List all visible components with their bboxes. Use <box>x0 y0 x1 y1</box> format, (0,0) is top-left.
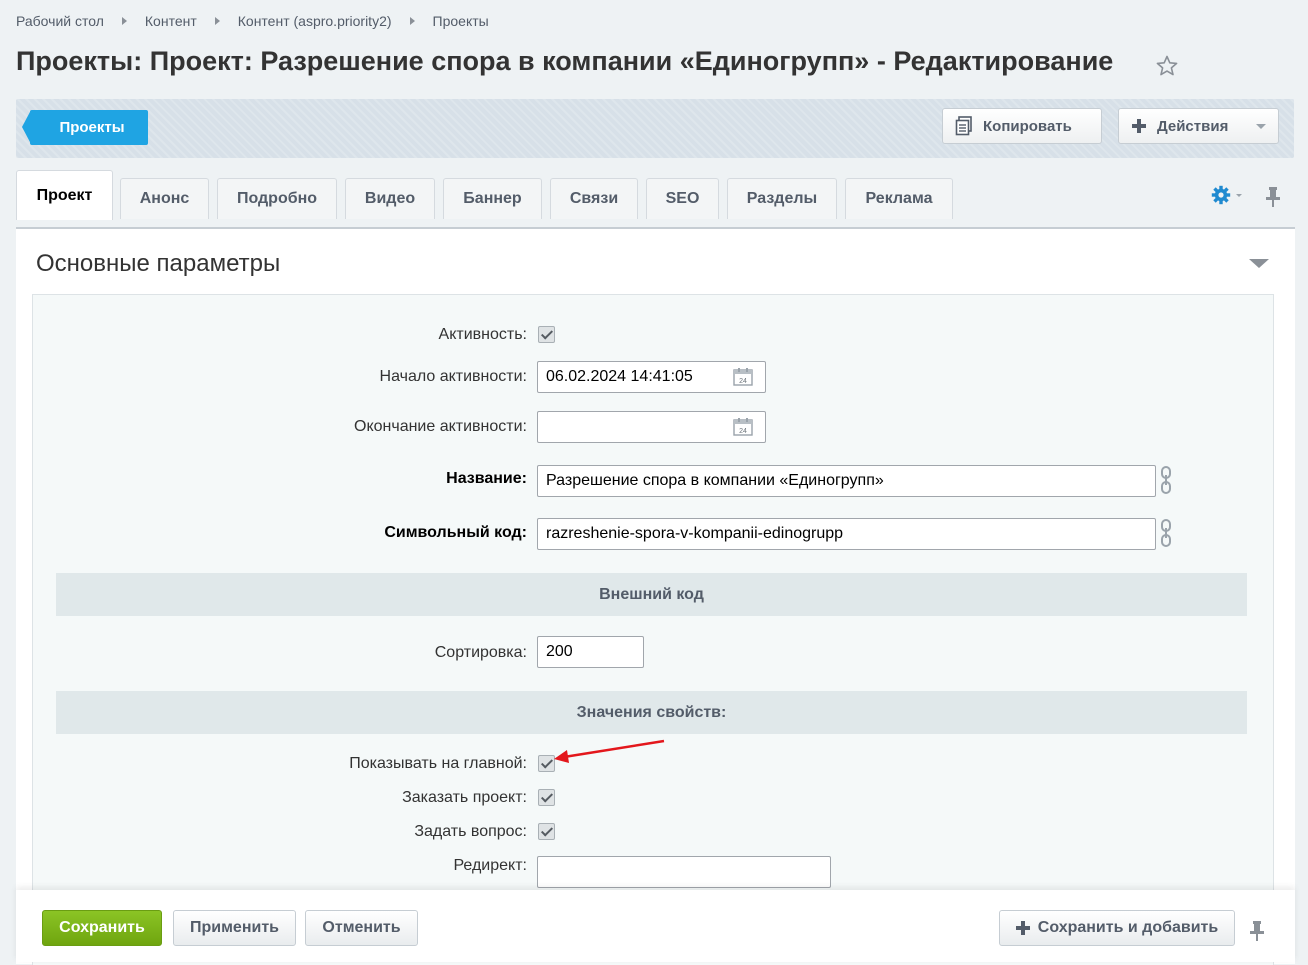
breadcrumb-separator-icon <box>214 17 220 25</box>
redirect-input[interactable] <box>537 856 831 888</box>
apply-button[interactable]: Применить <box>173 910 296 946</box>
sort-value: 200 <box>546 643 573 660</box>
active-label: Активность: <box>438 326 527 343</box>
calendar-icon[interactable]: 24 <box>733 368 753 386</box>
tab-seo[interactable]: SEO <box>646 178 719 219</box>
start-date-input[interactable]: 06.02.2024 14:41:05 <box>537 361 766 393</box>
actions-button[interactable]: Действия <box>1118 108 1279 144</box>
footer-bar: Сохранить Применить Отменить Сохранить и… <box>16 890 1295 962</box>
chevron-down-icon <box>1236 193 1242 197</box>
calendar-icon[interactable]: 24 <box>733 418 753 436</box>
toolbar: Проекты Копировать Действия <box>16 99 1294 158</box>
gear-icon <box>1211 185 1231 205</box>
tab-announce[interactable]: Анонс <box>120 178 209 219</box>
start-date-label: Начало активности: <box>379 368 527 385</box>
pin-icon[interactable] <box>1249 920 1265 942</box>
end-date-input[interactable] <box>537 411 766 443</box>
breadcrumb: Рабочий стол Контент Контент (aspro.prio… <box>16 13 489 29</box>
save-button[interactable]: Сохранить <box>42 910 162 946</box>
chevron-down-icon <box>1256 123 1266 129</box>
chain-icon[interactable] <box>1158 466 1174 494</box>
cancel-button[interactable]: Отменить <box>305 910 418 946</box>
form-area: Активность: Начало активности: 06.02.202… <box>32 294 1274 965</box>
back-to-projects-button[interactable]: Проекты <box>22 110 148 145</box>
name-input[interactable]: Разрешение спора в компании «Единогрупп» <box>537 465 1156 497</box>
chain-icon[interactable] <box>1158 519 1174 547</box>
start-date-value: 06.02.2024 14:41:05 <box>546 368 693 385</box>
code-value: razreshenie-spora-v-kompanii-edinogrupp <box>546 525 844 542</box>
name-value: Разрешение спора в компании «Единогрупп» <box>546 472 884 489</box>
section-title: Основные параметры <box>36 250 281 277</box>
order-project-label: Заказать проект: <box>402 789 527 806</box>
end-date-label: Окончание активности: <box>354 418 527 435</box>
main-panel: Основные параметры Активность: Начало ак… <box>16 227 1295 965</box>
save-and-add-label: Сохранить и добавить <box>1037 919 1219 936</box>
star-icon[interactable] <box>1155 54 1179 78</box>
breadcrumb-separator-icon <box>121 17 127 25</box>
plus-icon <box>1131 118 1147 134</box>
breadcrumb-content[interactable]: Контент <box>145 13 197 29</box>
tab-links[interactable]: Связи <box>550 178 638 219</box>
active-checkbox[interactable] <box>538 326 555 343</box>
tab-project[interactable]: Проект <box>16 170 113 220</box>
plus-icon <box>1015 921 1030 935</box>
redirect-label: Редирект: <box>453 857 527 874</box>
breadcrumb-separator-icon <box>409 17 415 25</box>
copy-button-label: Копировать <box>983 117 1072 135</box>
breadcrumb-desktop[interactable]: Рабочий стол <box>16 13 104 29</box>
breadcrumb-projects[interactable]: Проекты <box>433 13 489 29</box>
breadcrumb-content-priority[interactable]: Контент (aspro.priority2) <box>238 13 392 29</box>
order-project-checkbox[interactable] <box>538 789 555 806</box>
sort-input[interactable]: 200 <box>537 636 644 668</box>
name-label: Название: <box>446 470 527 487</box>
collapse-arrow-icon[interactable] <box>1249 259 1269 268</box>
copy-button[interactable]: Копировать <box>942 108 1102 144</box>
code-label: Символьный код: <box>384 524 527 541</box>
svg-text:24: 24 <box>739 428 747 435</box>
tab-banner[interactable]: Баннер <box>443 178 542 219</box>
ask-question-label: Задать вопрос: <box>414 823 527 840</box>
tab-video[interactable]: Видео <box>345 178 435 219</box>
external-code-header: Внешний код <box>56 573 1247 616</box>
tab-details[interactable]: Подробно <box>217 178 337 219</box>
ask-question-checkbox[interactable] <box>538 823 555 840</box>
copy-icon <box>955 116 973 136</box>
properties-header: Значения свойств: <box>56 691 1247 734</box>
tab-ads[interactable]: Реклама <box>845 178 953 219</box>
svg-text:24: 24 <box>739 378 747 385</box>
sort-label: Сортировка: <box>434 644 527 661</box>
save-and-add-button[interactable]: Сохранить и добавить <box>999 910 1235 946</box>
annotation-arrow-icon <box>554 739 665 763</box>
actions-button-label: Действия <box>1157 117 1229 135</box>
tab-settings-button[interactable] <box>1211 185 1242 205</box>
code-input[interactable]: razreshenie-spora-v-kompanii-edinogrupp <box>537 518 1156 550</box>
pin-icon[interactable] <box>1265 186 1281 208</box>
tab-sections[interactable]: Разделы <box>727 178 837 219</box>
show-main-label: Показывать на главной: <box>349 755 527 772</box>
page-title: Проекты: Проект: Разрешение спора в комп… <box>16 46 1114 76</box>
